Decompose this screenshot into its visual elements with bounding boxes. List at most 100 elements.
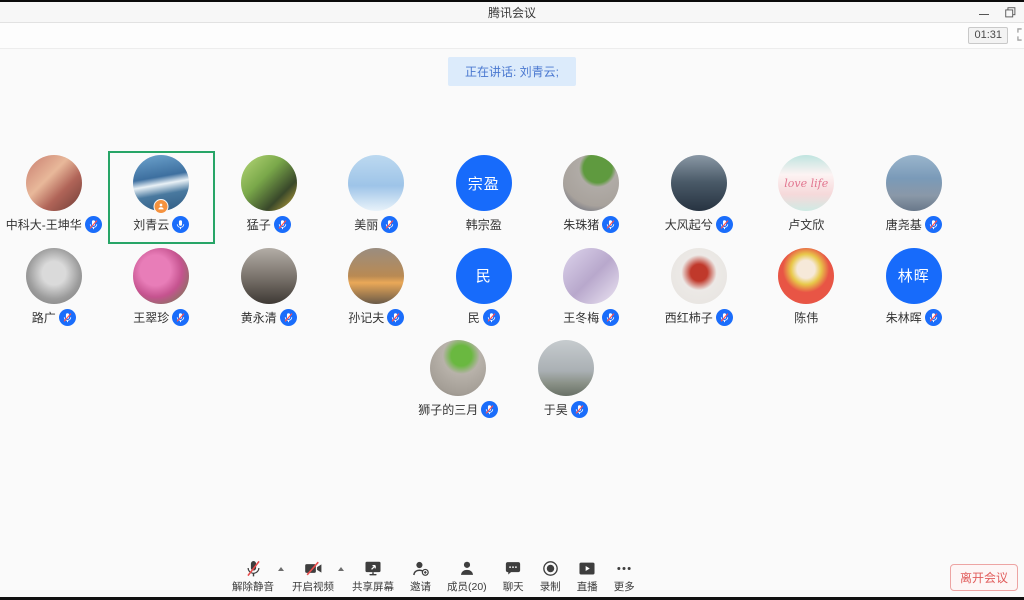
participant-avatar: love life [778, 155, 834, 211]
participant-tile[interactable]: 宗盈韩宗盈 [430, 151, 538, 244]
toolbar-share-screen-button[interactable]: 共享屏幕 [352, 559, 394, 594]
participant-tile[interactable]: 林晖朱林晖 [860, 244, 968, 337]
participant-name: 朱林晖 [886, 309, 922, 326]
name-row: 西红柿子 [665, 309, 733, 326]
speaking-banner: 正在讲话: 刘青云; [448, 57, 576, 86]
participant-name: 中科大-王坤华 [6, 216, 82, 233]
participant-tile[interactable]: 王翠珍 [108, 244, 216, 337]
avatar-wrap [348, 155, 404, 211]
caret-up-icon[interactable] [338, 567, 344, 571]
more-icon [614, 559, 634, 578]
participant-tile[interactable]: 黄永清 [215, 244, 323, 337]
avatar-wrap [241, 248, 297, 304]
participant-avatar [430, 340, 486, 396]
participant-tile[interactable]: 陈伟 [753, 244, 861, 337]
name-row: 路广 [32, 309, 76, 326]
participant-tile[interactable]: 路广 [0, 244, 108, 337]
participant-name: 陈伟 [794, 309, 818, 326]
avatar-wrap [538, 340, 594, 396]
participant-tile[interactable]: 西红柿子 [645, 244, 753, 337]
participant-tile[interactable]: 于昊 [512, 336, 620, 429]
participant-avatar [563, 155, 619, 211]
participant-avatar [348, 248, 404, 304]
restore-button[interactable] [1005, 7, 1016, 18]
participant-tile[interactable]: 大风起兮 [645, 151, 753, 244]
participant-avatar: 林晖 [886, 248, 942, 304]
participant-name: 民 [468, 309, 480, 326]
participant-tile[interactable]: 王冬梅 [538, 244, 646, 337]
toolbar-label: 聊天 [503, 579, 524, 594]
toolbar-invite-button[interactable]: 邀请 [410, 559, 431, 594]
avatar-wrap [348, 248, 404, 304]
bottom-toolbar: 解除静音开启视频 共享屏幕 邀请 成员(20) 聊天 录制直播 更多 [0, 557, 1024, 597]
caret-up-icon[interactable] [278, 567, 284, 571]
participant-name: 唐尧基 [886, 216, 922, 233]
participant-tile[interactable]: 美丽 [323, 151, 431, 244]
mic-muted-icon [59, 309, 76, 326]
participant-tile[interactable]: 狮子的三月 [405, 336, 513, 429]
toolbar-label: 邀请 [410, 579, 431, 594]
participant-avatar [671, 248, 727, 304]
mic-muted-icon [602, 216, 619, 233]
name-row: 猛子 [247, 216, 291, 233]
participant-row: 路广王翠珍黄永清孙记夫民民王冬梅西红柿子陈伟林晖朱林晖 [0, 244, 1024, 337]
avatar-wrap [133, 155, 189, 211]
mic-muted-icon [274, 216, 291, 233]
fullscreen-icon[interactable] [1017, 28, 1024, 41]
meeting-stage: 正在讲话: 刘青云; 中科大-王坤华刘青云猛子美丽宗盈韩宗盈朱珠猪大风起兮lov… [0, 49, 1024, 561]
participant-tile[interactable]: 民民 [430, 244, 538, 337]
mic-muted-icon [716, 309, 733, 326]
minimize-button[interactable] [979, 10, 989, 15]
toolbar-live-button[interactable]: 直播 [577, 559, 598, 594]
toolbar-label: 共享屏幕 [352, 579, 394, 594]
participant-tile[interactable]: 孙记夫 [323, 244, 431, 337]
participant-name: 韩宗盈 [466, 216, 502, 233]
avatar-wrap [241, 155, 297, 211]
mic-muted-icon [716, 216, 733, 233]
participant-avatar [26, 155, 82, 211]
participant-avatar [671, 155, 727, 211]
participant-row: 中科大-王坤华 刘青云 猛子 美丽 宗盈韩宗盈朱珠猪 大风起兮 love life 卢文欣 唐尧… [0, 151, 1024, 244]
toolbar-start-video-button[interactable]: 开启视频 [292, 559, 334, 594]
mic-muted-icon [85, 216, 102, 233]
toolbar-record-button[interactable]: 录制 [540, 559, 561, 594]
name-row: 黄永清 [241, 309, 297, 326]
mic-on-icon [172, 216, 189, 233]
participant-tile[interactable]: 刘青云 [108, 151, 216, 244]
participant-tile[interactable]: 中科大-王坤华 [0, 151, 108, 244]
participant-avatar [886, 155, 942, 211]
avatar-wrap: 民 [456, 248, 512, 304]
mic-off-icon [244, 559, 263, 578]
toolbar-chat-button[interactable]: 聊天 [503, 559, 524, 594]
name-row: 民 [468, 309, 500, 326]
participant-tile[interactable]: 唐尧基 [860, 151, 968, 244]
toolbar-unmute-button[interactable]: 解除静音 [232, 559, 274, 594]
participant-avatar [133, 248, 189, 304]
name-row: 唐尧基 [886, 216, 942, 233]
participant-name: 王冬梅 [563, 309, 599, 326]
participant-tile[interactable]: love life 卢文欣 [753, 151, 861, 244]
participant-tile[interactable]: 朱珠猪 [538, 151, 646, 244]
toolbar-more-button[interactable]: 更多 [614, 559, 635, 594]
camera-off-icon [303, 559, 324, 578]
mic-muted-icon [483, 309, 500, 326]
avatar-wrap [563, 248, 619, 304]
mic-muted-icon [571, 401, 588, 418]
avatar-wrap [430, 340, 486, 396]
participant-name: 刘青云 [133, 216, 169, 233]
avatar-wrap [671, 248, 727, 304]
name-row: 美丽 [354, 216, 398, 233]
leave-meeting-button[interactable]: 离开会议 [950, 564, 1018, 591]
toolbar-label: 更多 [614, 579, 635, 594]
participant-tile[interactable]: 猛子 [215, 151, 323, 244]
name-row: 朱珠猪 [563, 216, 619, 233]
members-icon [457, 559, 477, 578]
chat-icon [503, 559, 523, 578]
avatar-wrap [778, 248, 834, 304]
toolbar-label: 开启视频 [292, 579, 334, 594]
toolbar-label: 直播 [577, 579, 598, 594]
participant-name: 孙记夫 [348, 309, 384, 326]
name-row: 卢文欣 [788, 216, 824, 233]
avatar-wrap [133, 248, 189, 304]
toolbar-members-button[interactable]: 成员(20) [447, 559, 487, 594]
